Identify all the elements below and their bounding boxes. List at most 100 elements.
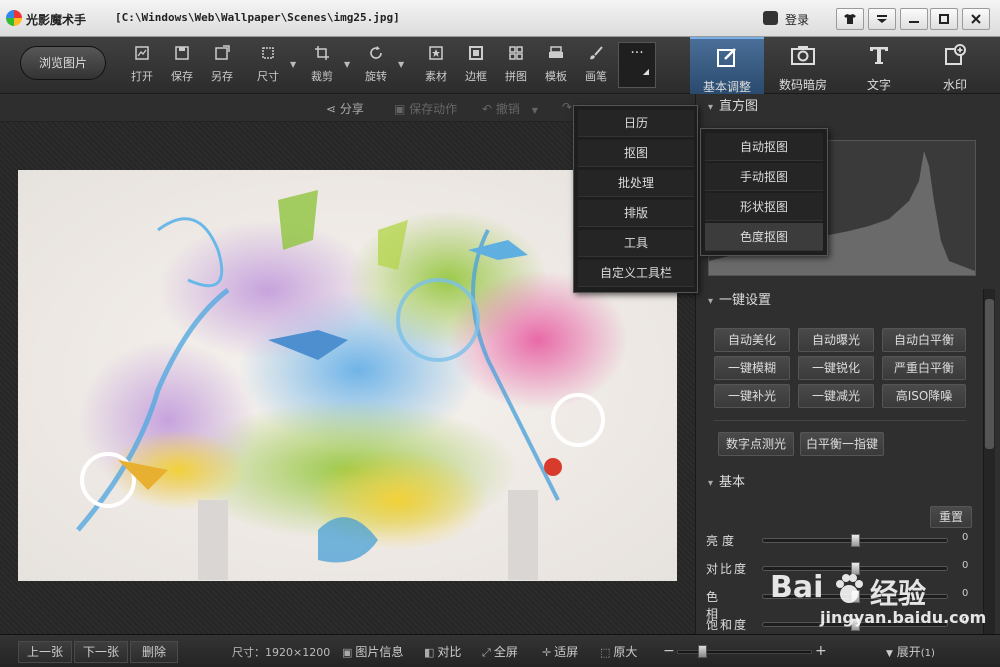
reset-button[interactable]: 重置 — [930, 506, 972, 528]
crop-icon — [304, 45, 340, 66]
fill-light-button[interactable]: 一键补光 — [714, 384, 790, 408]
original-size-button[interactable]: ⬚ 原大 — [600, 643, 637, 660]
more-tools-button[interactable]: ··· ◢ — [618, 42, 656, 88]
watermark-brand-right: 经验 — [870, 577, 927, 610]
zoom-in-button[interactable]: + — [815, 643, 827, 659]
high-iso-denoise-button[interactable]: 高ISO降噪 — [882, 384, 966, 408]
login-link[interactable]: 登录 — [785, 11, 809, 28]
template-button[interactable]: 模板 — [538, 45, 574, 85]
zoom-out-button[interactable]: − — [663, 643, 675, 659]
spot-metering-button[interactable]: 数字点测光 — [718, 432, 794, 456]
menu-item-shape-cutout[interactable]: 形状抠图 — [705, 193, 823, 221]
save-as-button[interactable]: 另存 — [204, 45, 240, 85]
menu-item-calendar[interactable]: 日历 — [578, 110, 694, 137]
auto-exposure-button[interactable]: 自动曝光 — [798, 328, 874, 352]
resize-icon — [250, 45, 286, 66]
brush-label: 画笔 — [585, 70, 607, 83]
crop-label: 裁剪 — [311, 70, 333, 83]
minimize-button[interactable] — [900, 8, 928, 30]
image-size-text: 尺寸：1920×1200 — [232, 646, 331, 659]
rotate-dropdown-icon[interactable]: ▼ — [398, 60, 406, 69]
resize-button[interactable]: 尺寸 — [250, 45, 286, 85]
title-bar: 光影魔术手 [C:\Windows\Web\Wallpaper\Scenes\i… — [0, 0, 1000, 37]
browse-images-button[interactable]: 浏览图片 — [20, 46, 106, 80]
menu-item-manual-cutout[interactable]: 手动抠图 — [705, 163, 823, 191]
fullscreen-button[interactable]: ⤢ 全屏 — [482, 643, 518, 660]
undo-label: 撤销 — [495, 102, 520, 116]
collage-button[interactable]: 拼图 — [498, 45, 534, 85]
tab-text-label: 文字 — [866, 78, 891, 92]
rotate-icon — [358, 45, 394, 66]
delete-image-button[interactable]: 删除 — [130, 641, 178, 663]
skin-button[interactable] — [836, 8, 864, 30]
auto-beautify-button[interactable]: 自动美化 — [714, 328, 790, 352]
collage-label: 拼图 — [505, 70, 527, 83]
image-info-label: 图片信息 — [355, 645, 404, 659]
fullscreen-icon: ⤢ — [482, 646, 491, 659]
expand-count: (1) — [920, 648, 935, 659]
tab-text[interactable]: 文字 — [842, 37, 916, 94]
menu-item-batch[interactable]: 批处理 — [578, 170, 694, 197]
one-click-section-title[interactable]: 一键设置 — [696, 288, 986, 314]
border-button[interactable]: 边框 — [458, 45, 494, 85]
shirt-icon — [844, 14, 856, 24]
crop-button[interactable]: 裁剪 — [304, 45, 340, 85]
save-action-label: 保存动作 — [409, 102, 458, 116]
undo-dropdown-icon[interactable]: ▼ — [532, 106, 538, 115]
open-button[interactable]: 打开 — [124, 45, 160, 85]
expand-button[interactable]: ▼ 展开(1) — [886, 643, 935, 660]
auto-white-balance-button[interactable]: 自动白平衡 — [882, 328, 966, 352]
share-button[interactable]: ⋖ 分享 — [326, 100, 364, 117]
brush-button[interactable]: 画笔 — [578, 45, 614, 85]
material-button[interactable]: 素材 — [418, 45, 454, 85]
menu-item-tools[interactable]: 工具 — [578, 230, 694, 257]
next-image-button[interactable]: 下一张 — [74, 641, 128, 663]
redo-icon[interactable]: ↷ — [562, 100, 572, 114]
previous-image-button[interactable]: 上一张 — [18, 641, 72, 663]
white-balance-finger-button[interactable]: 白平衡一指键 — [800, 432, 884, 456]
compare-button[interactable]: ◧ 对比 — [424, 643, 461, 660]
tab-basic-adjust[interactable]: 基本调整 — [690, 37, 764, 94]
image-info-icon: ▣ — [342, 646, 353, 659]
fit-screen-icon: ✛ — [542, 646, 552, 659]
expand-arrow-icon: ▼ — [886, 649, 893, 659]
save-button[interactable]: 保存 — [164, 45, 200, 85]
tab-watermark[interactable]: 水印 — [918, 37, 992, 94]
crop-dropdown-icon[interactable]: ▼ — [344, 60, 352, 69]
one-click-blur-button[interactable]: 一键模糊 — [714, 356, 790, 380]
tab-darkroom[interactable]: 数码暗房 — [766, 37, 840, 94]
menu-button[interactable] — [868, 8, 896, 30]
user-icon[interactable] — [763, 11, 778, 25]
save-icon — [164, 45, 200, 66]
menu-item-auto-cutout[interactable]: 自动抠图 — [705, 133, 823, 161]
resize-label: 尺寸 — [257, 70, 279, 83]
brightness-slider[interactable] — [762, 534, 948, 547]
watermark-icon — [918, 39, 992, 76]
close-button[interactable] — [962, 8, 990, 30]
maximize-button[interactable] — [930, 8, 958, 30]
resize-dropdown-icon[interactable]: ▼ — [290, 60, 298, 69]
rotate-button[interactable]: 旋转 — [358, 45, 394, 85]
saturation-label: 饱和度 — [706, 618, 749, 632]
histogram-section-title[interactable]: 直方图 — [696, 94, 986, 120]
undo-button[interactable]: ↶ 撤销 ▼ — [482, 100, 538, 117]
fit-screen-button[interactable]: ✛ 适屏 — [542, 643, 578, 660]
zoom-slider-thumb[interactable] — [698, 645, 707, 658]
material-label: 素材 — [425, 70, 447, 83]
menu-item-layout[interactable]: 排版 — [578, 200, 694, 227]
brightness-thumb[interactable] — [851, 534, 860, 547]
brightness-label: 亮度 — [706, 534, 739, 548]
rotate-label: 旋转 — [365, 70, 387, 83]
save-action-button[interactable]: ▣ 保存动作 — [394, 100, 457, 117]
panel-scrollbar-thumb[interactable] — [985, 299, 994, 449]
severe-white-balance-button[interactable]: 严重白平衡 — [882, 356, 966, 380]
menu-item-cutout[interactable]: 抠图 — [578, 140, 694, 167]
menu-item-customize-toolbar[interactable]: 自定义工具栏 — [578, 260, 694, 287]
image-info-button[interactable]: ▣ 图片信息 — [342, 643, 403, 660]
save-as-icon — [204, 45, 240, 66]
watermark-url: jingyan.baidu.com — [820, 608, 987, 627]
basic-section-title[interactable]: 基本 — [696, 470, 986, 496]
menu-item-chroma-cutout[interactable]: 色度抠图 — [705, 223, 823, 251]
one-click-sharpen-button[interactable]: 一键锐化 — [798, 356, 874, 380]
reduce-light-button[interactable]: 一键减光 — [798, 384, 874, 408]
